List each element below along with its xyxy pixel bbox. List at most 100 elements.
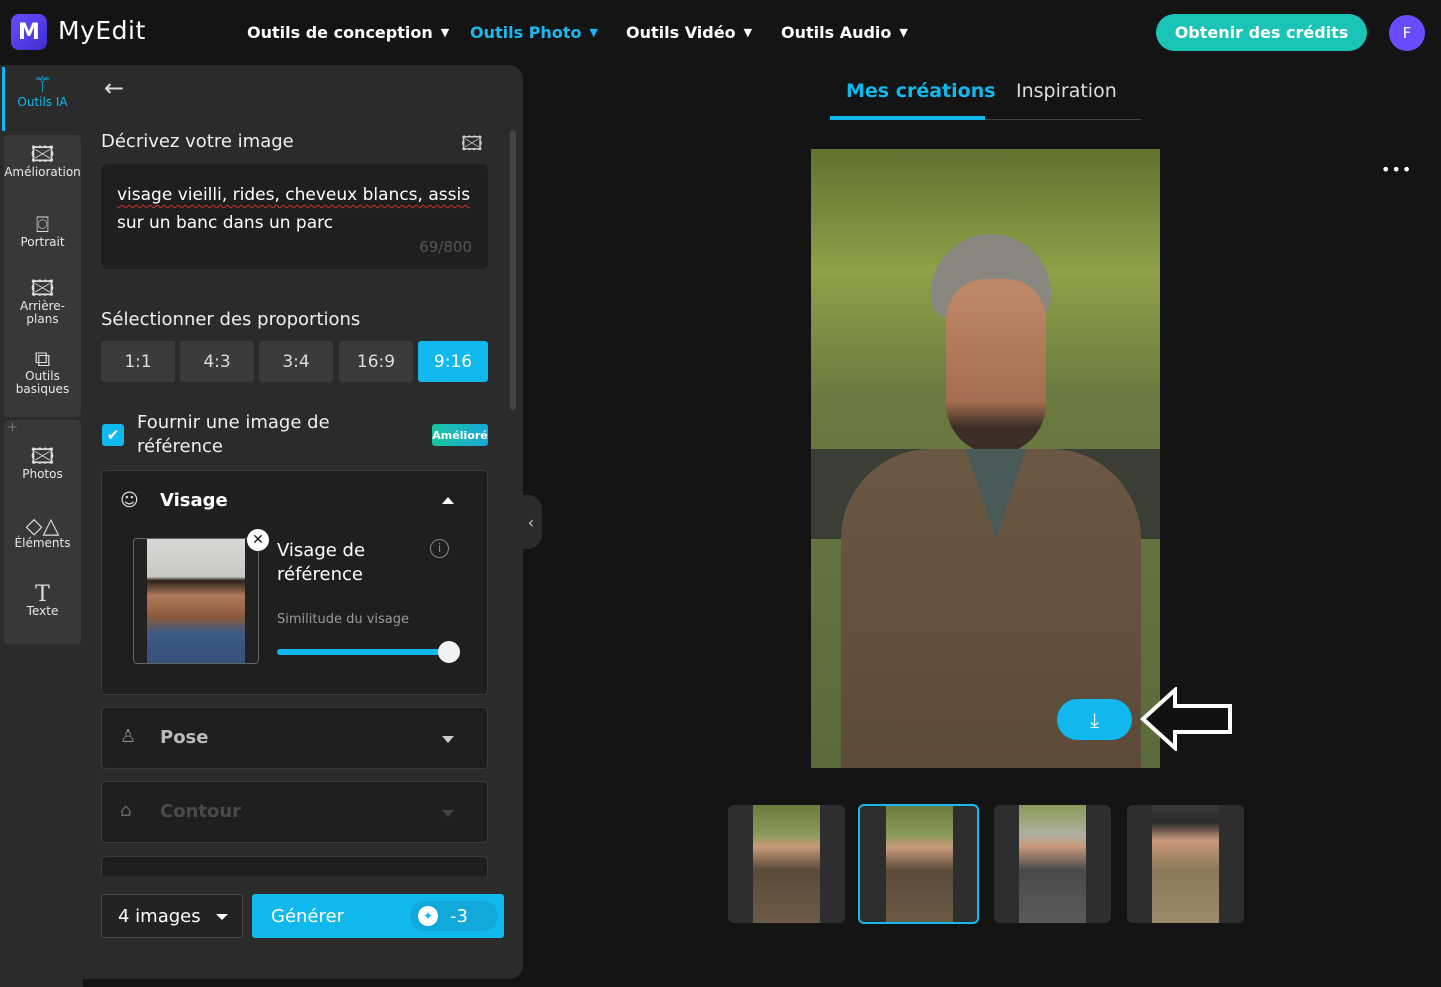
reference-label-line: référence — [137, 436, 223, 457]
face-icon: ☺ — [120, 490, 139, 511]
back-arrow-icon[interactable]: ← — [104, 74, 124, 102]
rail-label: Outils basiques — [15, 369, 70, 396]
ratio-16-9[interactable]: 16:9 — [339, 341, 413, 382]
pose-title: Pose — [160, 727, 209, 748]
logo-icon[interactable]: M — [11, 14, 47, 50]
rail-label: Portrait — [20, 235, 65, 249]
collapse-caret-icon[interactable] — [442, 497, 454, 504]
thumbnail[interactable] — [728, 805, 845, 923]
get-credits-button[interactable]: Obtenir des crédits — [1156, 14, 1367, 51]
nav-video-tools[interactable]: Outils Vidéo ▼ — [626, 23, 752, 42]
rail-label: Éléments — [14, 536, 71, 550]
tab-my-creations[interactable]: Mes créations — [846, 80, 996, 102]
top-bar: M MyEdit Outils de conception ▼ Outils Ph… — [0, 0, 1441, 65]
image-upload-icon[interactable]: 🖾 — [461, 129, 483, 163]
rail-item-elements[interactable]: ◇△ Éléments — [4, 514, 81, 550]
more-section — [101, 856, 488, 876]
describe-label: Décrivez votre image — [101, 131, 294, 152]
rail-label: Arrière-plans — [20, 299, 65, 326]
rail-label: Outils IA — [17, 95, 68, 109]
chevron-down-icon: ▼ — [589, 26, 598, 39]
nav-audio-tools[interactable]: Outils Audio ▼ — [781, 23, 908, 42]
rail-item-backgrounds[interactable]: 🖾 Arrière-plans — [4, 277, 81, 326]
label-line: Visage de — [277, 540, 366, 561]
generate-button[interactable]: Générer ✦ -3 — [252, 894, 504, 938]
reference-label: Fournir une image de référence — [137, 411, 330, 459]
text-icon: T — [35, 582, 50, 607]
download-button[interactable]: ⤓ — [1057, 699, 1132, 740]
logo-text[interactable]: MyEdit — [58, 16, 146, 45]
home-icon: ⌂ — [120, 800, 132, 821]
ratio-1-1[interactable]: 1:1 — [101, 341, 175, 382]
rail-label: Amélioration — [4, 165, 81, 179]
dropdown-caret-icon — [216, 914, 228, 920]
ratio-label: Sélectionner des proportions — [101, 309, 361, 330]
thumbnail[interactable] — [994, 805, 1111, 923]
similarity-slider[interactable] — [277, 641, 460, 663]
rail-item-ai-tools[interactable]: ⚚ Outils IA — [4, 75, 81, 109]
rail-item-portrait[interactable]: ⌼ Portrait — [4, 215, 81, 249]
similarity-label: Similitude du visage — [277, 612, 409, 627]
thumbnail-image — [753, 805, 820, 923]
tool-rail: ⚚ Outils IA 🖾 Amélioration ⌼ Portrait 🖾 Arri… — [0, 65, 83, 987]
enhanced-badge: Amélioré — [432, 424, 488, 446]
reference-face-thumbnail[interactable] — [133, 538, 259, 664]
rail-item-enhance[interactable]: 🖾 Amélioration — [4, 143, 81, 179]
active-tab-indicator — [830, 116, 985, 120]
slider-handle[interactable] — [438, 641, 460, 663]
rail-item-photos[interactable]: 🖾 Photos — [4, 445, 81, 481]
slider-fill — [277, 649, 449, 655]
cost-value: -3 — [450, 905, 468, 927]
plus-icon[interactable]: + — [7, 420, 18, 435]
thumbnail-selected[interactable] — [858, 804, 979, 924]
shapes-icon: ◇△ — [25, 514, 60, 539]
image-plus-icon: 🖾 — [30, 143, 55, 168]
reference-label-line: Fournir une image de — [137, 412, 330, 433]
nav-design-tools[interactable]: Outils de conception ▼ — [247, 23, 449, 42]
ratio-3-4[interactable]: 3:4 — [259, 341, 333, 382]
panel-scrollbar[interactable] — [510, 130, 516, 410]
chevron-left-icon: ‹ — [527, 512, 535, 532]
background-icon: 🖾 — [30, 277, 55, 302]
prompt-textarea[interactable]: visage vieilli, rides, cheveux blancs, a… — [101, 164, 488, 269]
ratio-9-16[interactable]: 9:16 — [418, 341, 488, 382]
thumbnail-image — [886, 806, 953, 922]
avatar[interactable]: F — [1389, 15, 1425, 51]
nav-photo-tools[interactable]: Outils Photo ▼ — [470, 23, 598, 42]
rail-item-text[interactable]: T Texte — [4, 582, 81, 618]
expand-caret-icon[interactable] — [442, 736, 454, 743]
credit-shield-icon: ✦ — [418, 906, 438, 926]
contour-section[interactable]: ⌂ Contour — [101, 781, 488, 843]
reference-face-label: Visage de référence — [277, 539, 365, 587]
thumbnail[interactable] — [1127, 805, 1244, 923]
image-count-select[interactable]: 4 images — [101, 894, 243, 938]
reference-checkbox[interactable]: ✔ — [102, 424, 124, 446]
chevron-down-icon: ▼ — [440, 26, 450, 39]
info-icon[interactable]: i — [430, 539, 449, 558]
tab-inspiration[interactable]: Inspiration — [1016, 80, 1117, 102]
ratio-4-3[interactable]: 4:3 — [180, 341, 254, 382]
layers-icon: ⧉ — [34, 347, 51, 372]
chevron-down-icon: ▼ — [899, 26, 908, 39]
rail-label: Photos — [22, 467, 63, 481]
thumbnail-image — [1152, 805, 1219, 923]
generated-image-preview[interactable] — [811, 149, 1160, 768]
credit-cost: ✦ -3 — [410, 901, 498, 931]
pointer-arrow-icon — [1140, 685, 1235, 753]
remove-reference-icon[interactable]: ✕ — [247, 529, 269, 551]
more-options-icon[interactable]: ••• — [1381, 160, 1412, 179]
rail-item-basic-tools[interactable]: ⧉ Outils basiques — [4, 347, 81, 396]
download-icon: ⤓ — [1090, 707, 1099, 732]
pose-section[interactable]: ♙ Pose — [101, 707, 488, 769]
collapse-panel-handle[interactable]: ‹ — [520, 495, 542, 549]
chevron-down-icon: ▼ — [743, 26, 753, 39]
select-value: 4 images — [118, 905, 201, 927]
photo-icon: 🖾 — [30, 445, 55, 470]
face-photo — [147, 539, 245, 663]
thumbnail-image — [1019, 805, 1086, 923]
nav-label: Outils Photo — [470, 23, 582, 42]
nav-label: Outils Vidéo — [626, 23, 736, 42]
expand-caret-icon — [442, 810, 454, 817]
person-icon: ♙ — [120, 726, 137, 747]
nav-label: Outils de conception — [247, 23, 433, 42]
